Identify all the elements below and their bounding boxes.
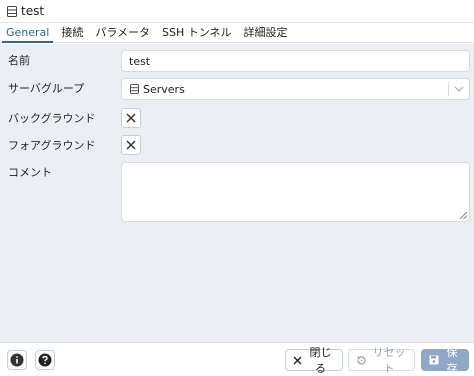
comment-label: コメント <box>8 166 52 179</box>
tab-connection[interactable]: 接続 <box>55 22 89 42</box>
help-button[interactable] <box>35 350 55 370</box>
server-group-select[interactable]: Servers <box>121 78 470 100</box>
name-label: 名前 <box>8 54 30 67</box>
foreground-color-picker[interactable] <box>121 135 141 155</box>
close-button-label: 閉じる <box>309 346 332 375</box>
close-button[interactable]: 閉じる <box>285 346 343 375</box>
background-label: バックグラウンド <box>8 112 96 125</box>
tab-parameters[interactable]: パラメータ <box>89 22 156 42</box>
dialog-titlebar: test <box>0 0 474 23</box>
tab-ssh-tunnel[interactable]: SSH トンネル <box>156 22 238 42</box>
server-icon <box>130 84 139 94</box>
reset-button[interactable]: リセット <box>348 346 415 375</box>
save-icon <box>429 355 439 365</box>
form-panel: 名前 サーバグループ Servers バックグラウンド フォアグラウンド コメン… <box>0 44 474 342</box>
server-icon <box>7 5 17 17</box>
tab-general[interactable]: General <box>0 22 55 43</box>
dialog-title: test <box>21 4 45 18</box>
chevron-down-icon[interactable] <box>449 86 469 92</box>
resize-grip-icon[interactable] <box>459 211 468 220</box>
info-icon <box>10 353 24 367</box>
name-field[interactable] <box>121 50 470 72</box>
tab-advanced[interactable]: 詳細設定 <box>238 22 294 42</box>
save-button[interactable]: 保存 <box>421 346 469 375</box>
info-button[interactable] <box>7 350 27 370</box>
foreground-label: フォアグラウンド <box>8 139 96 152</box>
dialog-footer: 閉じる リセット 保存 <box>0 342 474 376</box>
help-icon <box>38 353 52 367</box>
comment-textarea[interactable] <box>121 162 470 222</box>
background-color-picker[interactable] <box>121 108 141 128</box>
server-group-value: Servers <box>143 82 185 96</box>
reset-icon <box>356 355 367 366</box>
close-icon <box>293 356 302 365</box>
close-icon <box>126 140 136 150</box>
tab-bar: General 接続 パラメータ SSH トンネル 詳細設定 <box>0 23 474 43</box>
server-group-label: サーバグループ <box>8 82 85 95</box>
save-button-label: 保存 <box>446 346 458 375</box>
name-input[interactable] <box>129 54 462 68</box>
reset-button-label: リセット <box>372 346 406 375</box>
close-icon <box>126 113 136 123</box>
